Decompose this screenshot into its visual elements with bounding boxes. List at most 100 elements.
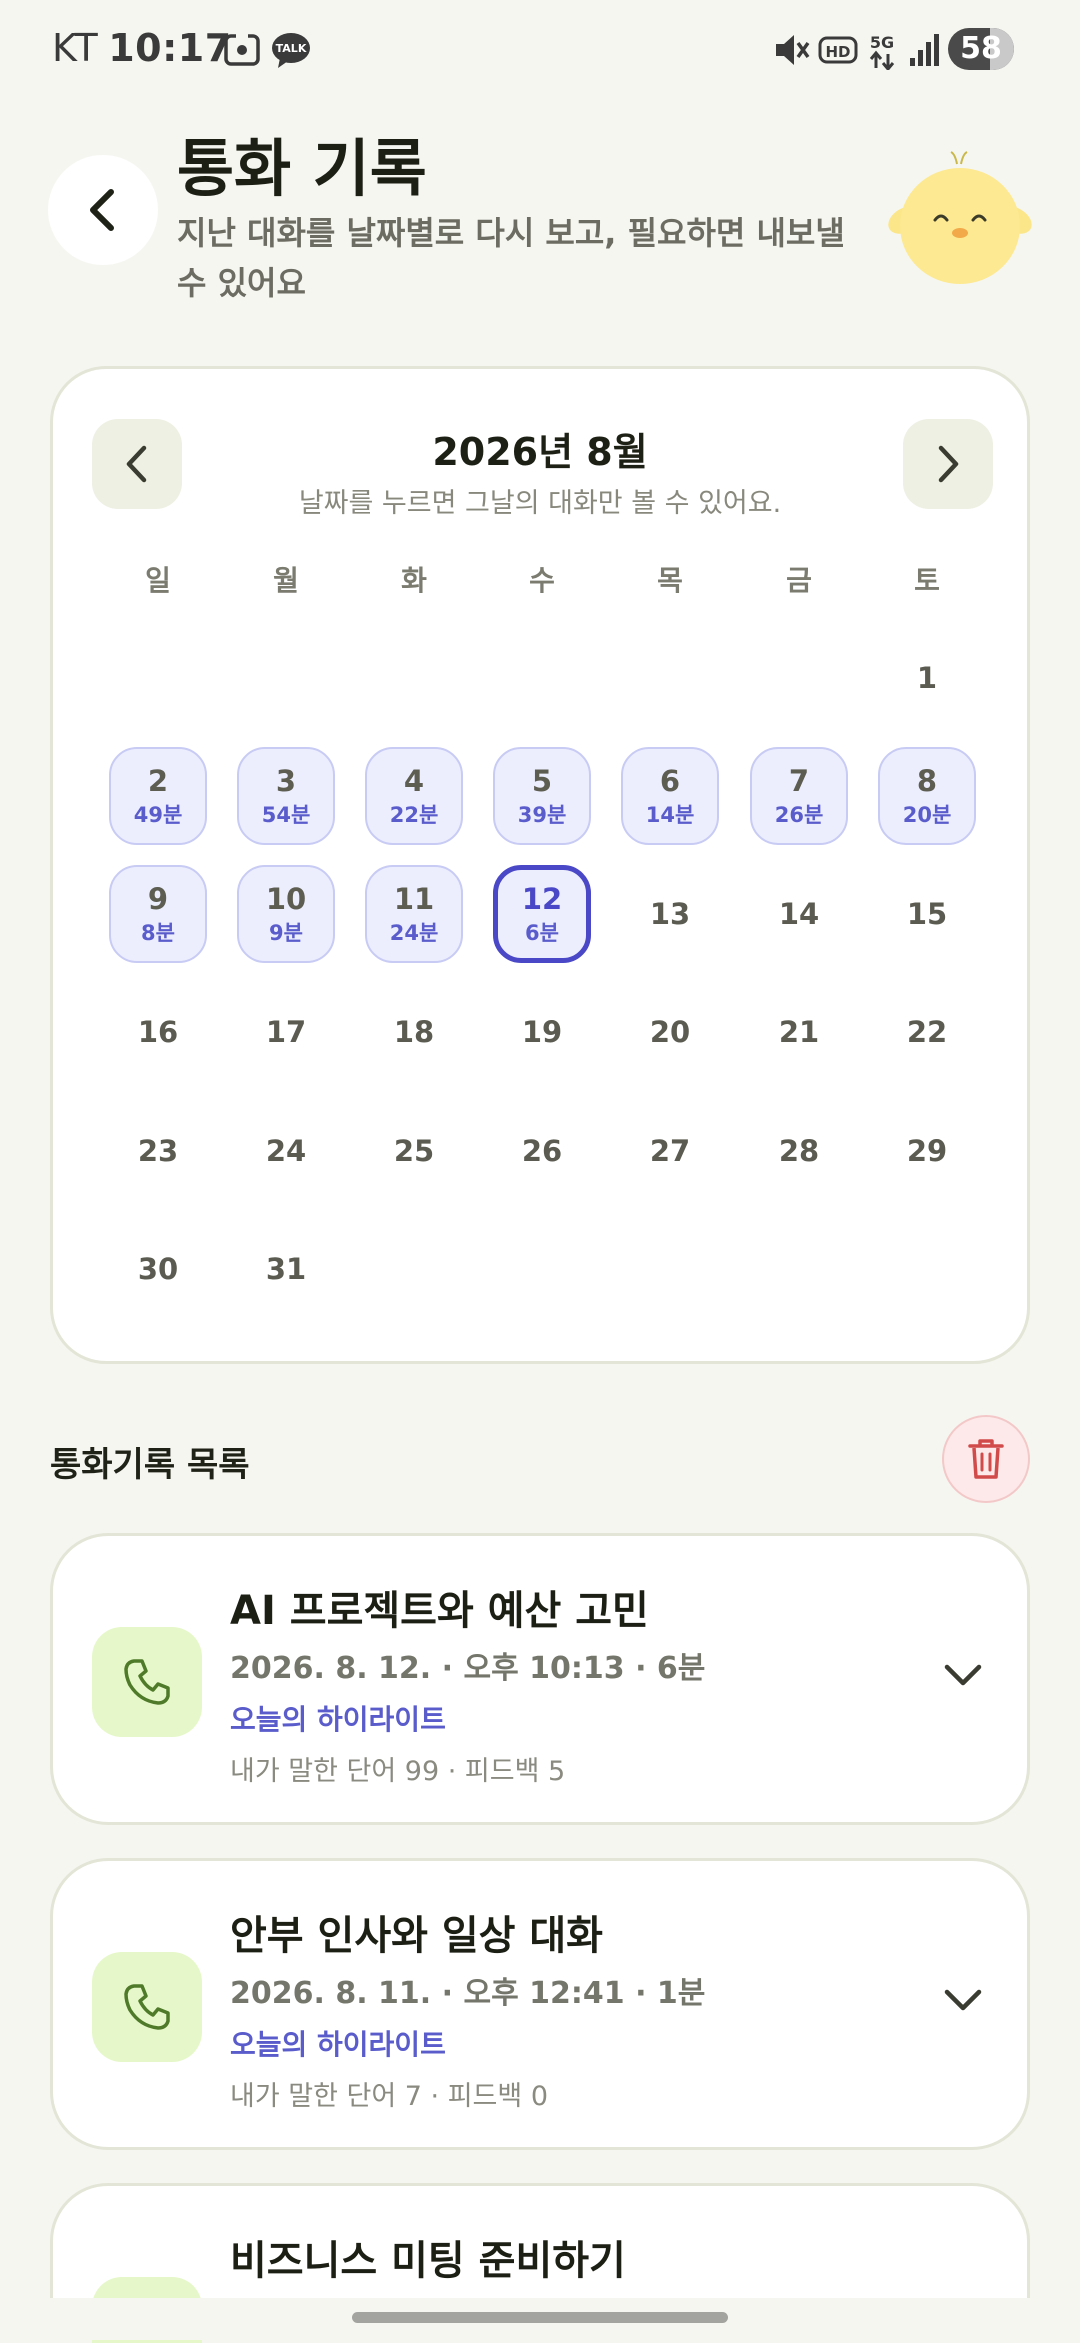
day-number: 27 [649, 1134, 691, 1168]
day-cell[interactable]: 3 54분 [237, 747, 335, 845]
5g-icon: 5G [869, 33, 895, 70]
day-cell[interactable]: 6 14분 [621, 747, 719, 845]
day-cell[interactable]: 19 [493, 983, 591, 1081]
chick-mascot-icon [888, 151, 1032, 284]
phone-tile [92, 1952, 202, 2062]
day-number: 15 [906, 897, 948, 931]
day-cell[interactable]: 13 [621, 865, 719, 963]
day-cell[interactable]: 20 [621, 983, 719, 1081]
day-number: 12 [521, 882, 563, 916]
hd-icon: HD [818, 36, 858, 64]
day-cell[interactable]: 7 26분 [750, 747, 848, 845]
day-cell[interactable]: 10 9분 [237, 865, 335, 963]
phone-icon [124, 1984, 170, 2030]
battery-icon: 58 [948, 28, 1014, 70]
day-cell[interactable]: 2 49분 [109, 747, 207, 845]
record-meta: 2026. 8. 12. · 오후 10:13 · 6분 [230, 1651, 706, 1686]
day-number: 13 [649, 897, 691, 931]
day-cell[interactable]: 23 [109, 1102, 207, 1200]
kakaotalk-icon: TALK [272, 33, 310, 68]
day-cell[interactable]: 26 [493, 1102, 591, 1200]
day-cell[interactable]: 30 [109, 1220, 207, 1318]
day-number: 2 [147, 764, 169, 798]
day-number: 16 [137, 1015, 179, 1049]
page-title: 통화 기록 [177, 132, 427, 205]
day-cell[interactable]: 9 8분 [109, 865, 207, 963]
day-number: 22 [906, 1015, 948, 1049]
chevron-down-icon[interactable] [943, 1987, 983, 2013]
status-bar: KT 10:17 TALK HD 5G 58 [0, 0, 1080, 100]
day-cell[interactable]: 14 [750, 865, 848, 963]
day-minutes: 39분 [517, 803, 567, 827]
record-meta: 2026. 8. 11. · 오후 12:41 · 1분 [230, 1976, 706, 2011]
day-number: 31 [265, 1252, 307, 1286]
day-cell[interactable]: 24 [237, 1102, 335, 1200]
day-number: 23 [137, 1134, 179, 1168]
day-cell-selected[interactable]: 12 6분 [493, 865, 591, 963]
day-minutes: 14분 [645, 803, 695, 827]
day-cell[interactable]: 17 [237, 983, 335, 1081]
record-stats: 내가 말한 단어 7 · 피드백 0 [230, 2081, 548, 2112]
day-minutes: 8분 [141, 921, 175, 945]
day-cell[interactable]: 4 22분 [365, 747, 463, 845]
status-time: 10:17 [108, 26, 232, 70]
day-cell[interactable]: 27 [621, 1102, 719, 1200]
day-number: 6 [659, 764, 681, 798]
day-cell[interactable]: 25 [365, 1102, 463, 1200]
day-number: 4 [403, 764, 425, 798]
day-number: 25 [393, 1134, 435, 1168]
delete-button[interactable] [942, 1415, 1030, 1503]
calendar-hint: 날짜를 누르면 그날의 대화만 볼 수 있어요. [298, 488, 782, 519]
day-cell[interactable]: 21 [750, 983, 848, 1081]
day-number: 24 [265, 1134, 307, 1168]
day-number: 10 [265, 882, 307, 916]
call-record-card[interactable]: AI 프로젝트와 예산 고민 2026. 8. 12. · 오후 10:13 ·… [50, 1533, 1030, 1825]
day-minutes: 20분 [902, 803, 952, 827]
day-cell[interactable]: 18 [365, 983, 463, 1081]
day-cell[interactable]: 11 24분 [365, 865, 463, 963]
day-cell[interactable]: 29 [878, 1102, 976, 1200]
weekday-sun: 일 [145, 564, 171, 597]
day-cell[interactable]: 5 39분 [493, 747, 591, 845]
weekday-fri: 금 [786, 564, 812, 597]
day-number: 3 [275, 764, 297, 798]
back-button[interactable] [48, 155, 158, 265]
home-indicator[interactable] [352, 2312, 728, 2323]
day-number: 8 [916, 764, 938, 798]
carrier-label: KT [52, 26, 99, 70]
day-number: 30 [137, 1252, 179, 1286]
day-minutes: 24분 [389, 921, 439, 945]
day-number: 14 [778, 897, 820, 931]
day-cell[interactable]: 28 [750, 1102, 848, 1200]
status-left: KT 10:17 [52, 26, 232, 70]
record-highlight-link[interactable]: 오늘의 하이라이트 [230, 2023, 446, 2063]
record-title: AI 프로젝트와 예산 고민 [230, 1588, 649, 1634]
day-cell[interactable]: 31 [237, 1220, 335, 1318]
day-cell[interactable]: 8 20분 [878, 747, 976, 845]
day-cell[interactable]: 16 [109, 983, 207, 1081]
trash-icon [968, 1439, 1004, 1479]
talk-badge: TALK [276, 42, 307, 55]
weekday-thu: 목 [657, 564, 683, 597]
screenshot-icon [224, 32, 260, 66]
call-record-card[interactable]: 안부 인사와 일상 대화 2026. 8. 11. · 오후 12:41 · 1… [50, 1858, 1030, 2150]
day-cell[interactable]: 22 [878, 983, 976, 1081]
page-subtitle: 지난 대화를 날짜별로 다시 보고, 필요하면 내보낼 수 있어요 [177, 214, 845, 302]
chevron-down-icon[interactable] [943, 1662, 983, 1688]
record-highlight-link[interactable]: 오늘의 하이라이트 [230, 1698, 446, 1738]
day-number: 5 [531, 764, 553, 798]
day-number: 11 [393, 882, 435, 916]
weekday-tue: 화 [401, 564, 427, 597]
net-badge: 5G [870, 33, 894, 52]
day-number: 28 [778, 1134, 820, 1168]
day-number: 18 [393, 1015, 435, 1049]
phone-icon [124, 1659, 170, 1705]
day-number: 1 [916, 661, 938, 695]
record-title: 비즈니스 미팅 준비하기 [230, 2238, 626, 2284]
day-cell[interactable]: 1 [878, 629, 976, 727]
day-minutes: 49분 [133, 803, 183, 827]
day-minutes: 22분 [389, 803, 439, 827]
day-number: 19 [521, 1015, 563, 1049]
calendar-card: 2026년 8월 날짜를 누르면 그날의 대화만 볼 수 있어요. 일 월 화 … [50, 366, 1030, 1364]
day-cell[interactable]: 15 [878, 865, 976, 963]
